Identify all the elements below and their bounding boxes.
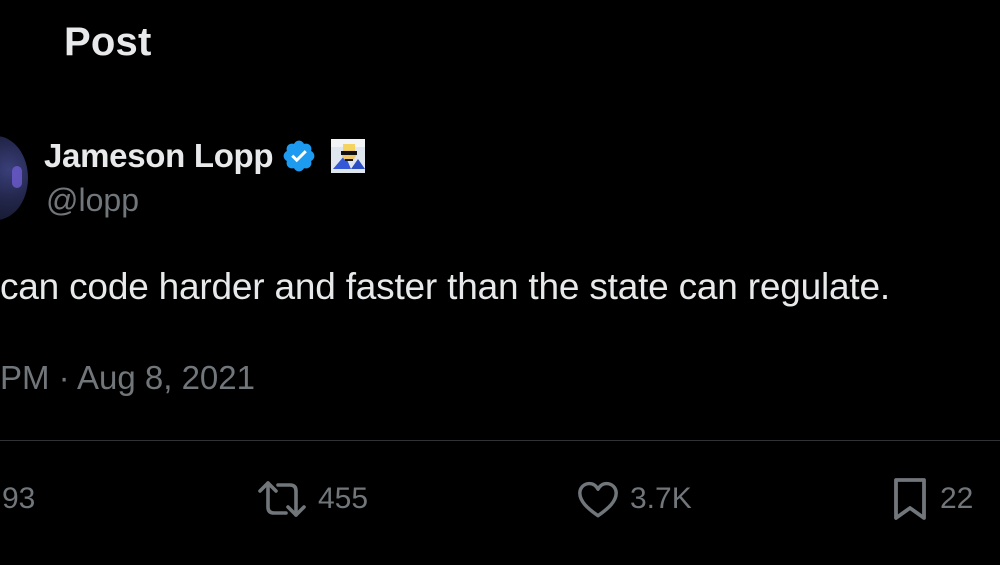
avatar[interactable]	[0, 136, 28, 220]
reply-count: 93	[2, 482, 36, 515]
repost-icon	[256, 479, 308, 519]
bookmark-button[interactable]: 22	[890, 474, 973, 524]
heart-icon	[576, 479, 620, 519]
reply-button[interactable]: 93	[2, 474, 35, 524]
verified-badge-icon[interactable]	[281, 138, 317, 174]
author-display-name[interactable]: Jameson Lopp	[44, 137, 274, 175]
like-count: 3.7K	[630, 482, 692, 515]
bookmark-count: 22	[940, 482, 974, 515]
repost-button[interactable]: 455	[256, 474, 368, 524]
author-handle[interactable]: @lopp	[46, 182, 139, 219]
tweet-text: can code harder and faster than the stat…	[0, 266, 890, 307]
repost-count: 455	[318, 482, 369, 515]
affiliate-badge-icon[interactable]	[331, 139, 366, 173]
page-title: Post	[64, 20, 152, 64]
author-name-row: Jameson Lopp	[44, 134, 366, 178]
divider	[0, 440, 1000, 441]
bookmark-icon	[890, 475, 930, 523]
tweet-timestamp[interactable]: PM · Aug 8, 2021	[0, 359, 255, 397]
like-button[interactable]: 3.7K	[576, 474, 692, 524]
